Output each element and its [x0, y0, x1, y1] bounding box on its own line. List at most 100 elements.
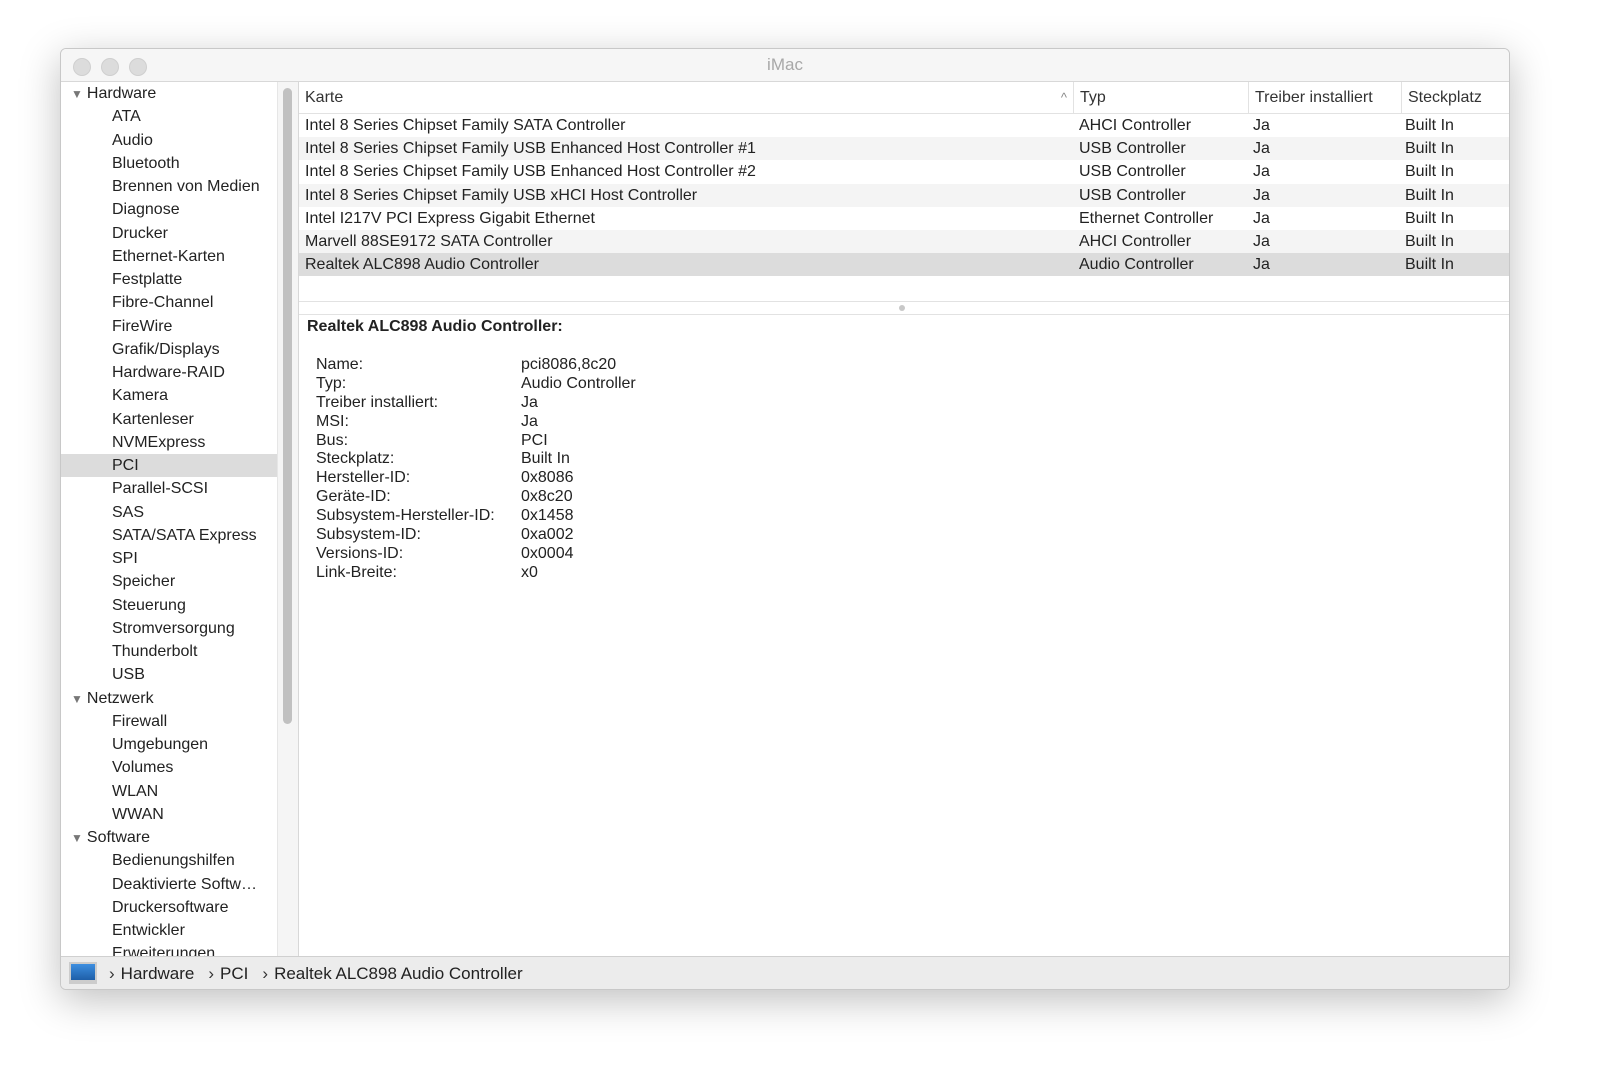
sidebar-group-netzwerk[interactable]: ▼ Netzwerk	[61, 687, 277, 710]
sidebar-item[interactable]: Steuerung	[61, 594, 277, 617]
minimize-button[interactable]	[101, 58, 119, 76]
sidebar-item[interactable]: SATA/SATA Express	[61, 524, 277, 547]
sidebar-item[interactable]: Speicher	[61, 570, 277, 593]
detail-field-value: Ja	[521, 393, 538, 411]
table-cell: Built In	[1405, 256, 1454, 274]
detail-field-value: Ja	[521, 412, 538, 430]
table-cell: Ja	[1253, 117, 1270, 134]
path-bar: › Hardware › PCI › Realtek ALC898 Audio Contr…	[61, 956, 1509, 989]
sidebar-item[interactable]: Entwickler	[61, 919, 277, 942]
sidebar-item[interactable]: Drucker	[61, 222, 277, 245]
sidebar-item[interactable]: Druckersoftware	[61, 896, 277, 919]
detail-field-value: 0x8c20	[521, 488, 573, 506]
table-cell: Intel 8 Series Chipset Family USB Enhanc…	[305, 140, 756, 158]
path-crumb[interactable]: Realtek ALC898 Audio Controller	[274, 958, 523, 989]
sidebar-scrollbar[interactable]	[277, 82, 299, 956]
sidebar-item[interactable]: USB	[61, 663, 277, 686]
detail-field-label: Geräte-ID:	[316, 488, 391, 506]
content-pane: Karte ^ Typ Treiber installiert Steckplat…	[299, 82, 1509, 956]
sidebar-item[interactable]: Bedienungshilfen	[61, 849, 277, 872]
sidebar-item[interactable]: WLAN	[61, 780, 277, 803]
scrollbar-thumb[interactable]	[283, 88, 292, 724]
table-cell: USB Controller	[1079, 163, 1186, 181]
table-cell: Ethernet Controller	[1079, 209, 1214, 227]
split-view-divider[interactable]	[299, 301, 1509, 315]
sidebar-item[interactable]: Kamera	[61, 384, 277, 407]
table-cell: Built In	[1405, 232, 1454, 250]
zoom-button[interactable]	[129, 58, 147, 76]
table-row[interactable]: Intel 8 Series Chipset Family USB xHCI H…	[299, 183, 1509, 207]
sidebar-item[interactable]: Brennen von Medien	[61, 175, 277, 198]
sidebar-item[interactable]: NVMExpress	[61, 431, 277, 454]
path-crumb[interactable]: Hardware	[121, 958, 195, 989]
sidebar-item[interactable]: WWAN	[61, 803, 277, 826]
sidebar-item[interactable]: Fibre-Channel	[61, 291, 277, 314]
sidebar-item[interactable]: FireWire	[61, 315, 277, 338]
sidebar-item[interactable]: Parallel-SCSI	[61, 477, 277, 500]
detail-field-value: Built In	[521, 450, 570, 468]
table-row[interactable]: Marvell 88SE9172 SATA Controller AHCI Con…	[299, 229, 1509, 254]
chevron-right-icon: ›	[262, 963, 269, 983]
detail-pane: Realtek ALC898 Audio Controller: Name: pc…	[307, 318, 636, 583]
sidebar-item[interactable]: Erweiterungen	[61, 942, 277, 956]
detail-field: Bus: PCI	[307, 432, 636, 451]
column-header-typ[interactable]: Typ	[1074, 82, 1249, 113]
column-header-karte[interactable]: Karte ^	[299, 82, 1074, 113]
disclosure-triangle-icon[interactable]: ▼	[71, 692, 83, 706]
detail-field-label: Steckplatz:	[316, 450, 395, 468]
detail-field: MSI: Ja	[307, 413, 636, 432]
disclosure-triangle-icon[interactable]: ▼	[71, 87, 83, 101]
imac-icon	[69, 962, 97, 984]
column-header-treiber[interactable]: Treiber installiert	[1249, 82, 1402, 113]
sidebar-item[interactable]: Diagnose	[61, 198, 277, 221]
detail-field: Steckplatz: Built In	[307, 450, 636, 469]
detail-field: Subsystem-Hersteller-ID: 0x1458	[307, 507, 636, 526]
detail-field-label: MSI:	[316, 412, 349, 430]
table-row[interactable]: Intel I217V PCI Express Gigabit Ethernet…	[299, 207, 1509, 230]
table-cell: Built In	[1405, 186, 1454, 204]
table-row[interactable]: Intel 8 Series Chipset Family USB Enhanc…	[299, 160, 1509, 183]
detail-field-label: Subsystem-ID:	[316, 526, 421, 544]
sidebar-item[interactable]: Thunderbolt	[61, 640, 277, 663]
detail-field-label: Link-Breite:	[316, 563, 397, 581]
sidebar-item[interactable]: ATA	[61, 105, 277, 128]
table-cell: Built In	[1405, 117, 1454, 134]
table-row[interactable]: Intel 8 Series Chipset Family USB Enhanc…	[299, 137, 1509, 161]
table-cell: Ja	[1253, 209, 1270, 227]
table-cell: Built In	[1405, 163, 1454, 181]
sidebar-item[interactable]: Audio	[61, 129, 277, 152]
sidebar-item[interactable]: Kartenleser	[61, 408, 277, 431]
sidebar-item[interactable]: Ethernet-Karten	[61, 245, 277, 268]
sidebar-item[interactable]: Firewall	[61, 710, 277, 733]
column-header-steckplatz[interactable]: Steckplatz	[1402, 82, 1509, 113]
table-row[interactable]: Intel 8 Series Chipset Family SATA Contr…	[299, 114, 1509, 137]
sidebar-item[interactable]: Volumes	[61, 756, 277, 779]
sidebar-group-software[interactable]: ▼ Software	[61, 826, 277, 849]
sidebar-item[interactable]: SAS	[61, 501, 277, 524]
table-cell: Ja	[1253, 186, 1270, 204]
table-cell: Realtek ALC898 Audio Controller	[305, 256, 539, 274]
title-bar: iMac	[61, 49, 1509, 82]
sidebar-item[interactable]: Deaktivierte Softw…	[61, 873, 277, 896]
sidebar-item[interactable]: Hardware-RAID	[61, 361, 277, 384]
detail-title: Realtek ALC898 Audio Controller:	[307, 318, 563, 335]
table-cell: Audio Controller	[1079, 256, 1194, 274]
sidebar-item[interactable]: Stromversorgung	[61, 617, 277, 640]
detail-field-value: Audio Controller	[521, 374, 636, 392]
sidebar-group-hardware[interactable]: ▼ Hardware	[61, 82, 277, 105]
chevron-right-icon: ›	[208, 963, 215, 983]
sidebar-item[interactable]: Umgebungen	[61, 733, 277, 756]
sidebar: ▼ Hardware ATA Audio Bluetooth Brennen von Me…	[61, 82, 277, 956]
sidebar-item[interactable]: Festplatte	[61, 268, 277, 291]
table-row[interactable]: Realtek ALC898 Audio Controller Audio Con…	[299, 253, 1509, 277]
disclosure-triangle-icon[interactable]: ▼	[71, 831, 83, 845]
close-button[interactable]	[73, 58, 91, 76]
sidebar-item[interactable]: SPI	[61, 547, 277, 570]
path-crumb[interactable]: PCI	[220, 958, 248, 989]
sidebar-item[interactable]: Bluetooth	[61, 152, 277, 175]
detail-field-value: 0x0004	[521, 544, 574, 562]
detail-field-label: Bus:	[316, 431, 349, 449]
divider-handle-icon[interactable]	[899, 305, 905, 311]
sidebar-item[interactable]: PCI	[61, 454, 277, 478]
sidebar-item[interactable]: Grafik/Displays	[61, 338, 277, 361]
